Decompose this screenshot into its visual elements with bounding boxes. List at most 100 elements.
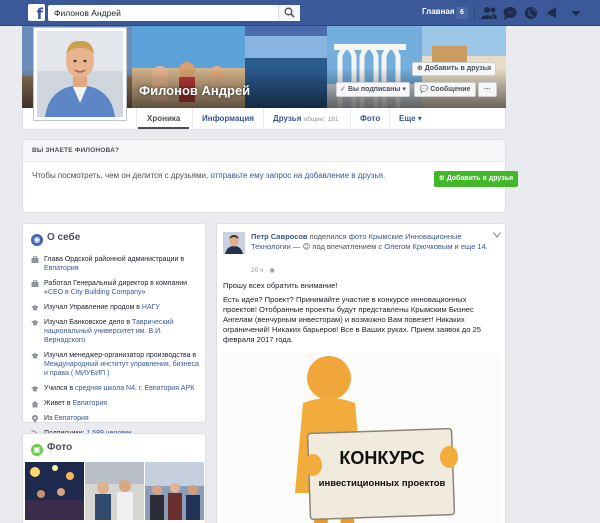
help-icon[interactable] — [546, 6, 562, 20]
message-icon: 💬 — [419, 86, 431, 93]
profile-photo-image — [37, 31, 123, 117]
do-you-know-heading: ВЫ ЗНАЕТЕ ФИЛОНОВА? — [23, 140, 505, 162]
about-item-link[interactable]: Международный институт управления, бизне… — [44, 361, 199, 377]
chevron-down-icon: ▾ — [415, 114, 422, 123]
add-friend-primary-label: Добавить в друзья — [446, 175, 514, 182]
home-notification-badge: 6 — [456, 7, 468, 19]
about-title-label: О себе — [47, 232, 81, 243]
globe-notifications-icon[interactable] — [523, 6, 539, 20]
message-label: Сообщение — [430, 86, 471, 93]
post-body: Прошу всех обратить внимание! Есть идея?… — [223, 281, 493, 349]
photo-thumbnail[interactable] — [145, 462, 204, 520]
about-item-link[interactable]: средняя школа N4. г. Евпатория АРК — [75, 385, 194, 392]
photo-thumbnail[interactable] — [25, 462, 84, 520]
friend-requests-icon[interactable] — [481, 6, 497, 20]
author-avatar-image — [223, 232, 245, 254]
search-button[interactable] — [278, 5, 300, 21]
graduation-cap-icon — [31, 305, 39, 311]
photo-icon: ▣ — [31, 444, 43, 456]
about-item-text: Изучал менеджер-организатор производства… — [44, 352, 197, 359]
about-item-education: Изучал Банковское дело в Таврический нац… — [31, 318, 201, 345]
tab-friends[interactable]: Друзья общие: 181 — [264, 108, 347, 129]
tab-about[interactable]: Информация — [193, 108, 263, 129]
add-friend-primary-button[interactable]: ⊕ Добавить в друзья — [434, 171, 518, 187]
post-meta: 20 ч · ◉ — [251, 266, 275, 274]
add-friend-icon: ⊕ — [438, 175, 447, 182]
tab-timeline[interactable]: Хроника — [138, 108, 190, 129]
more-options-button[interactable]: ··· — [478, 82, 497, 97]
post-image[interactable]: КОНКУРС инвестиционных проектов — [223, 353, 501, 523]
photo-thumbnail[interactable] — [85, 462, 144, 520]
about-item-text: Изучал Банковское дело в — [44, 319, 133, 326]
about-list: Глава Ордской районной администрации в Е… — [31, 255, 201, 444]
photos-title[interactable]: ▣ Фото — [31, 442, 72, 456]
post-feeling-text: — 😊 под впечатлением с — [290, 242, 385, 251]
add-friend-icon: ⊕ — [416, 65, 425, 72]
add-friend-button[interactable]: ⊕ Добавить в друзья — [412, 62, 496, 76]
event-photo-image — [145, 462, 204, 520]
add-friend-label: Добавить в друзья — [424, 65, 492, 72]
subscribed-label: Вы подписаны — [347, 86, 401, 93]
about-item-education: Изучал менеджер-организатор производства… — [31, 351, 201, 378]
about-item-link[interactable]: CEO в City Building Company — [48, 289, 142, 296]
about-item-school: Учился в средняя школа N4. г. Евпатория … — [31, 384, 201, 393]
about-item-text: Из — [44, 415, 55, 422]
home-link[interactable]: Главная — [422, 7, 455, 16]
do-you-know-text: Чтобы посмотреть, чем он делится с друзь… — [32, 171, 385, 180]
checkmark-icon: ✓ — [340, 86, 348, 93]
about-item-text: Изучал Управление продом в — [44, 304, 142, 311]
profile-name[interactable]: Филонов Андрей — [139, 83, 250, 98]
about-item-from: Из Евпатория — [31, 414, 201, 423]
graduation-cap-icon — [31, 320, 39, 326]
message-button[interactable]: 💬 Сообщение — [414, 82, 476, 97]
post-tagged-others-link[interactable]: еще 14 — [461, 242, 486, 251]
about-item-education: Изучал Управление продом в НАГУ — [31, 303, 201, 312]
top-navigation-bar: f Филонов Андрей Главная 6 — [0, 0, 600, 26]
about-item-link[interactable]: НАГУ — [142, 304, 160, 311]
about-item-work: Глава Ордской районной администрации в Е… — [31, 255, 201, 273]
about-item-work: Работал Генеральный директор в компании … — [31, 279, 201, 297]
about-card: ◉ О себе Глава Ордской районной администр… — [22, 223, 206, 438]
send-friend-request-link[interactable]: отправьте ему запрос на добавление в дру… — [210, 171, 385, 180]
post-with-join: и — [452, 242, 461, 251]
about-title[interactable]: ◉ О себе — [31, 232, 80, 246]
post-timestamp[interactable]: 20 ч — [251, 267, 263, 274]
home-icon — [31, 401, 39, 408]
contest-figure-illustration — [223, 353, 501, 523]
post-author-avatar[interactable] — [223, 232, 245, 254]
location-pin-icon — [32, 415, 38, 423]
do-you-know-card: ВЫ ЗНАЕТЕ ФИЛОНОВА? Чтобы посмотреть, че… — [22, 139, 518, 213]
briefcase-icon — [31, 280, 39, 287]
photos-card: ▣ Фото — [22, 433, 206, 523]
about-item-link[interactable]: Евпатория — [73, 400, 108, 407]
graduation-cap-icon — [31, 386, 39, 392]
profile-picture[interactable] — [33, 27, 127, 121]
group-photo-image — [85, 462, 144, 520]
post-options-chevron-icon[interactable] — [493, 232, 501, 238]
post-author-name[interactable]: Петр Савросов — [251, 232, 308, 241]
concert-photo-image — [25, 462, 84, 520]
about-item-link[interactable]: Евпатория — [54, 415, 89, 422]
about-item-text: Живет в — [44, 400, 73, 407]
facebook-logo-icon[interactable]: f — [28, 4, 45, 21]
about-item-text: Глава Ордской районной администрации в — [44, 256, 185, 263]
account-menu-arrow-icon[interactable] — [568, 6, 584, 20]
tab-photos[interactable]: Фото — [351, 108, 389, 129]
post-header: Петр Савросов поделился фото Крымские Ин… — [251, 232, 491, 252]
briefcase-icon — [31, 256, 39, 263]
tab-friends-count: 181 — [327, 116, 339, 123]
post-with-end: . — [485, 242, 488, 251]
tab-divider — [136, 108, 137, 129]
messages-icon[interactable] — [502, 6, 518, 20]
search-icon — [284, 7, 295, 18]
public-globe-icon: · ◉ — [263, 267, 275, 274]
nav-divider — [474, 6, 475, 20]
about-item-link[interactable]: Евпатория — [44, 265, 79, 272]
photos-title-label: Фото — [47, 442, 73, 453]
do-you-know-message: Чтобы посмотреть, чем он делится с друзь… — [32, 171, 209, 180]
search-input[interactable]: Филонов Андрей — [48, 5, 300, 21]
contest-title: КОНКУРС — [339, 448, 425, 468]
subscribed-button[interactable]: ✓ Вы подписаны ▾ — [336, 82, 410, 97]
tab-more[interactable]: Еще ▾ — [390, 108, 431, 129]
post-tagged-person-link[interactable]: Олегом Крючковым — [384, 242, 452, 251]
